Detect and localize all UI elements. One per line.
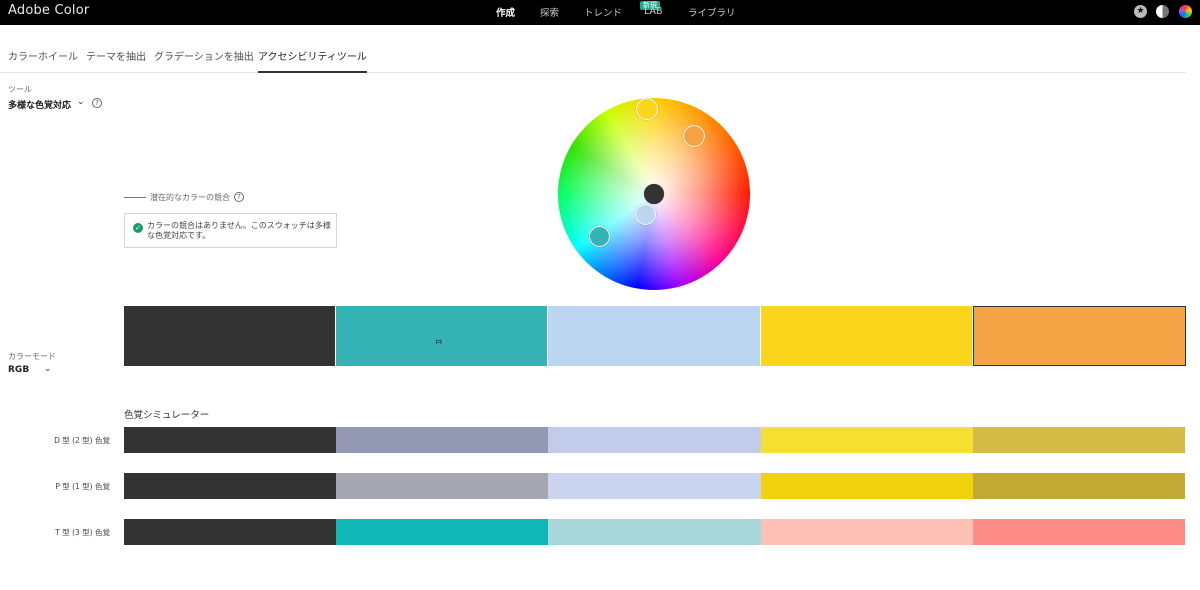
- swatch-5[interactable]: [973, 306, 1186, 366]
- swatch-3[interactable]: [548, 306, 760, 366]
- top-icons: ★: [1134, 5, 1194, 19]
- sim-cell: [124, 519, 336, 545]
- sim-cell: [336, 519, 548, 545]
- sim-cell: [761, 427, 973, 453]
- star-icon[interactable]: ★: [1134, 5, 1147, 18]
- top-bar: Adobe Color 作成 探索 トレンド 新規 LAB ライブラリ ★: [0, 0, 1200, 25]
- conflict-message: カラーの競合はありません。このスウォッチは多様な色覚対応です。: [147, 221, 331, 240]
- conflict-label: 潜在的なカラーの競合: [150, 193, 230, 202]
- sim-cell: [548, 519, 761, 545]
- conflict-help-icon[interactable]: ?: [234, 192, 244, 202]
- tool-label: ツール: [8, 85, 32, 94]
- mode-tabs: カラーホイール テーマを抽出 グラデーションを抽出 アクセシビリティツール: [0, 48, 1186, 73]
- adjust-sliders-icon[interactable]: ⧦: [436, 337, 442, 347]
- color-mode-label: カラーモード: [8, 352, 56, 361]
- color-wheel-icon[interactable]: [1179, 5, 1192, 18]
- chevron-down-icon[interactable]: ⌄: [77, 97, 85, 107]
- color-wheel[interactable]: [558, 98, 750, 290]
- sim-label-protan: P 型 (1 型) 色覚: [55, 482, 110, 491]
- handle-light-blue[interactable]: [635, 204, 656, 225]
- tool-dropdown[interactable]: 多様な色覚対応: [8, 98, 71, 111]
- sim-cell: [973, 427, 1185, 453]
- nav-lab[interactable]: LAB: [644, 6, 663, 17]
- tab-color-wheel[interactable]: カラーホイール: [8, 48, 78, 73]
- sim-cell: [124, 473, 336, 499]
- sim-cell: [761, 473, 973, 499]
- tab-accessibility-tools[interactable]: アクセシビリティツール: [258, 48, 367, 73]
- tab-extract-theme[interactable]: テーマを抽出: [86, 48, 146, 73]
- color-mode-chevron-icon[interactable]: ⌄: [44, 364, 52, 374]
- nav-create[interactable]: 作成: [496, 5, 515, 19]
- sim-cell: [973, 519, 1185, 545]
- help-icon[interactable]: ?: [92, 98, 102, 108]
- sim-cell: [124, 427, 336, 453]
- brand-title[interactable]: Adobe Color: [8, 3, 89, 18]
- sim-cell: [973, 473, 1185, 499]
- sim-cell: [336, 473, 548, 499]
- sim-cell: [548, 473, 761, 499]
- tab-extract-gradient[interactable]: グラデーションを抽出: [154, 48, 254, 73]
- simulator-title: 色覚シミュレーター: [124, 410, 210, 421]
- conflict-notice: ✓ カラーの競合はありません。このスウォッチは多様な色覚対応です。: [124, 213, 337, 248]
- handle-orange[interactable]: [683, 125, 705, 147]
- sim-cell: [761, 519, 973, 545]
- swatch-2[interactable]: ⧦: [336, 306, 547, 366]
- nav-explore[interactable]: 探索: [540, 5, 559, 19]
- handle-teal[interactable]: [589, 226, 610, 247]
- sim-cell: [548, 427, 761, 453]
- color-mode-dropdown[interactable]: RGB: [8, 365, 29, 375]
- conflict-line: [124, 197, 146, 198]
- handle-yellow[interactable]: [636, 98, 658, 120]
- checkmark-icon: ✓: [133, 223, 143, 233]
- sim-label-deutan: D 型 (2 型) 色覚: [54, 436, 110, 445]
- nav-trends[interactable]: トレンド: [584, 5, 622, 19]
- sim-label-tritan: T 型 (3 型) 色覚: [55, 528, 110, 537]
- nav-library[interactable]: ライブラリ: [688, 5, 736, 19]
- handle-dark[interactable]: [644, 184, 664, 204]
- contrast-icon[interactable]: [1156, 5, 1169, 18]
- sim-cell: [336, 427, 548, 453]
- swatch-4[interactable]: [761, 306, 972, 366]
- swatch-1[interactable]: [124, 306, 335, 366]
